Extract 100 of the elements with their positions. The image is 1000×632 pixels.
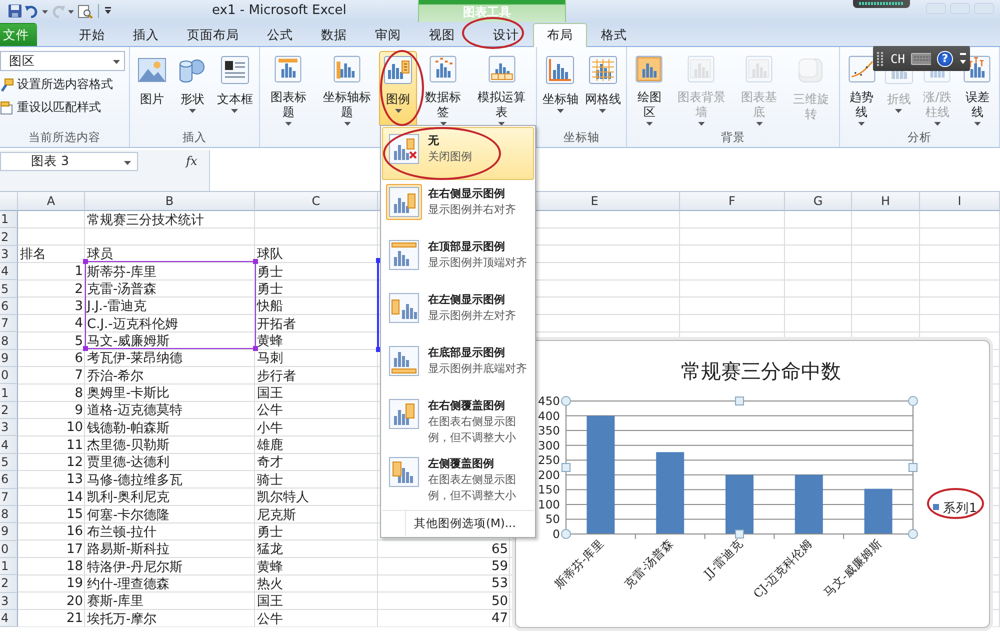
- group-label: 插入: [182, 130, 206, 145]
- save-icon[interactable]: [8, 4, 22, 18]
- bar[interactable]: [586, 416, 615, 534]
- ribbon-tab[interactable]: 视图: [415, 23, 469, 46]
- row-header[interactable]: 3: [0, 246, 18, 264]
- column-header[interactable]: H: [852, 192, 920, 211]
- ribbon-tab[interactable]: 审阅: [361, 23, 415, 46]
- caret-icon: [556, 109, 564, 113]
- selection-handle[interactable]: [561, 529, 571, 539]
- axis-label: 50: [545, 512, 560, 526]
- close-button[interactable]: [974, 3, 994, 14]
- ribbon-tab[interactable]: 数据: [307, 23, 361, 46]
- ribbon-button[interactable]: 网格线: [582, 51, 624, 127]
- ribbon-button[interactable]: 图表标题: [262, 51, 315, 127]
- select-all-corner[interactable]: [0, 192, 18, 211]
- row-header[interactable]: 1: [0, 211, 18, 228]
- row-header[interactable]: 3: [0, 592, 18, 610]
- maximize-button[interactable]: [950, 3, 970, 14]
- ribbon-button[interactable]: 图片: [133, 51, 172, 127]
- ribbon-tab[interactable]: 开始: [65, 23, 119, 46]
- chart-icon: [586, 54, 619, 86]
- language-indicator[interactable]: CH: [890, 52, 905, 66]
- print-preview-icon[interactable]: [77, 4, 93, 18]
- row-header[interactable]: 0: [0, 540, 18, 558]
- caret-icon: [756, 122, 762, 126]
- row-header[interactable]: 6: [0, 298, 18, 316]
- undo-icon[interactable]: [25, 4, 39, 18]
- ribbon-tab[interactable]: 文件: [0, 23, 37, 46]
- selection-handle[interactable]: [735, 396, 744, 406]
- ribbon-tab[interactable]: 插入: [119, 23, 173, 46]
- ribbon-button[interactable]: 形状: [173, 51, 212, 127]
- ribbon-tab[interactable]: 布局: [533, 23, 587, 47]
- selection-handle[interactable]: [561, 396, 571, 406]
- row-header[interactable]: 9: [0, 350, 18, 368]
- menu-item[interactable]: 在左侧显示图例 显示图例并左对齐: [382, 286, 534, 339]
- annotation-ellipse: [927, 488, 984, 519]
- redo-icon[interactable]: [51, 4, 65, 18]
- ribbon-button[interactable]: 坐标轴: [539, 51, 582, 127]
- table-cell-text: 斯蒂芬-库里: [86, 264, 158, 280]
- row-header[interactable]: 8: [0, 332, 18, 350]
- bar[interactable]: [656, 452, 684, 534]
- table-cell-text: 球员: [86, 246, 114, 264]
- command-button[interactable]: 设置所选内容格式: [0, 75, 125, 94]
- row-header[interactable]: 9: [0, 523, 18, 541]
- row-header[interactable]: 6: [0, 471, 18, 488]
- caret-icon: [42, 10, 48, 14]
- ribbon-tab[interactable]: 页面布局: [173, 23, 253, 46]
- bar[interactable]: [864, 488, 892, 534]
- row-header[interactable]: 2: [0, 575, 18, 593]
- row-header[interactable]: 4: [0, 436, 18, 454]
- minimize-button[interactable]: [926, 3, 946, 14]
- row-header[interactable]: 2: [0, 228, 18, 246]
- selection-handle[interactable]: [562, 463, 570, 472]
- row-header[interactable]: 7: [0, 315, 18, 332]
- row-header[interactable]: 7: [0, 488, 18, 506]
- selection-handle[interactable]: [908, 463, 918, 472]
- name-box[interactable]: 图表 3: [0, 152, 138, 171]
- help-button[interactable]: ?: [937, 50, 953, 66]
- function-label[interactable]: fx: [186, 154, 198, 168]
- column-header[interactable]: I: [920, 192, 1000, 211]
- row-header[interactable]: 4: [0, 610, 18, 628]
- row-header[interactable]: 1: [0, 558, 18, 576]
- options-caret-icon[interactable]: [958, 52, 966, 66]
- column-header[interactable]: G: [785, 192, 852, 211]
- table-cell-text: 猛龙: [256, 541, 284, 558]
- command-button[interactable]: 重设以匹配样式: [0, 98, 125, 117]
- ribbon-tab[interactable]: 设计: [479, 23, 533, 46]
- ribbon-button[interactable]: 图例: [379, 51, 417, 127]
- axis-label: 克雷-汤普森: [621, 536, 676, 592]
- bar[interactable]: [794, 474, 823, 534]
- row-header[interactable]: 4: [0, 263, 18, 280]
- ribbon-tab[interactable]: 公式: [253, 23, 307, 46]
- table-cell-text: 7: [74, 367, 84, 384]
- ribbon-button[interactable]: 绘图区: [629, 51, 670, 127]
- row-header[interactable]: 5: [0, 280, 18, 298]
- row-header[interactable]: 0: [0, 367, 18, 384]
- row-header[interactable]: 8: [0, 506, 18, 524]
- row-header[interactable]: 3: [0, 419, 18, 436]
- ribbon-button[interactable]: 文本框: [214, 51, 256, 127]
- ribbon-button[interactable]: 坐标轴标题: [314, 51, 380, 127]
- table-cell-text: 奇才: [256, 454, 284, 472]
- column-header[interactable]: A: [18, 192, 85, 211]
- row-header[interactable]: 1: [0, 384, 18, 402]
- column-header[interactable]: F: [680, 192, 785, 211]
- menu-item[interactable]: 无 关闭图例: [382, 127, 534, 180]
- row-header[interactable]: 5: [0, 454, 18, 472]
- column-header[interactable]: B: [85, 192, 255, 211]
- selection-handle[interactable]: [908, 529, 918, 539]
- caret-icon: [68, 10, 74, 14]
- ribbon-tab[interactable]: 格式: [587, 23, 641, 46]
- customize-caret-icon[interactable]: [104, 6, 112, 16]
- language-bar[interactable]: CH ?: [873, 46, 970, 71]
- column-header[interactable]: C: [255, 192, 378, 211]
- keyboard-icon[interactable]: [910, 52, 932, 64]
- selection-handle[interactable]: [908, 396, 918, 406]
- bar[interactable]: [726, 474, 754, 534]
- selection-handle[interactable]: [735, 530, 744, 538]
- menu-item[interactable]: 在顶部显示图例 显示图例并顶端对齐: [382, 233, 534, 286]
- chart-element-dropdown[interactable]: 图区: [0, 51, 125, 71]
- row-header[interactable]: 2: [0, 402, 18, 420]
